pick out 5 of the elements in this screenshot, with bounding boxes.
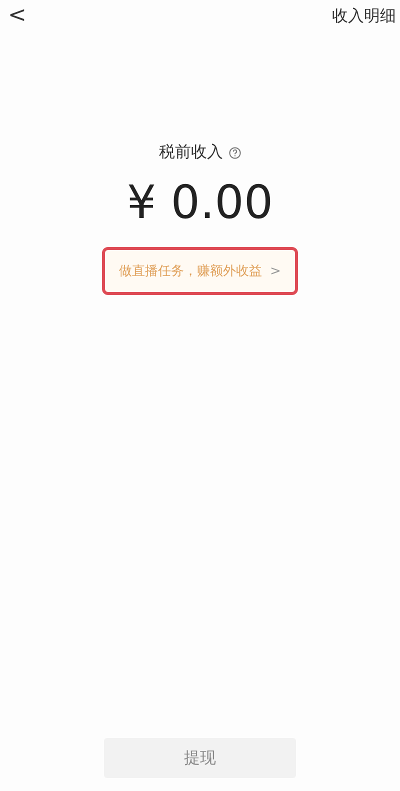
income-label: 税前收入 [159,142,223,163]
back-button[interactable]: < [8,5,26,27]
help-icon[interactable] [229,146,241,158]
income-details-link[interactable]: 收入明细 [332,6,396,26]
income-amount: ¥ 0.00 [126,175,274,229]
